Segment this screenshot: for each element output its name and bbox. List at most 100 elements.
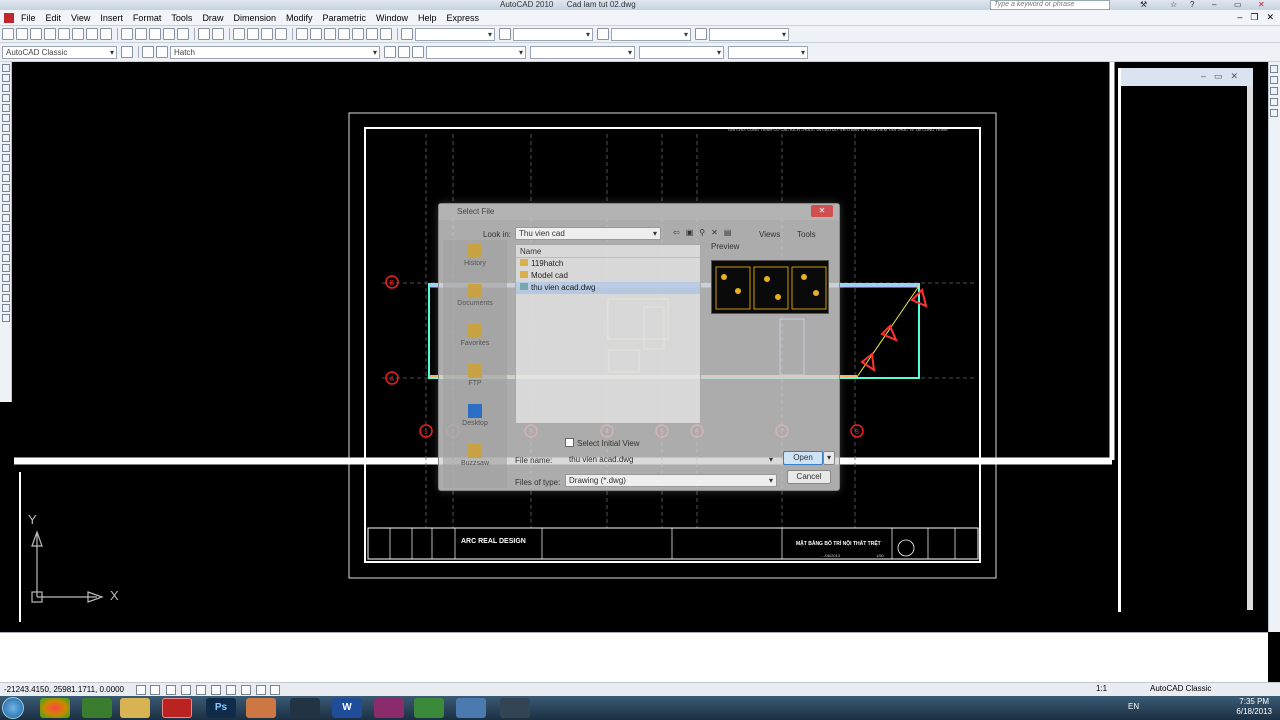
start-button[interactable] xyxy=(2,697,24,719)
modify-tool-4-icon[interactable] xyxy=(1270,98,1278,106)
menu-modify[interactable]: Modify xyxy=(281,13,318,23)
second-window-scrollbar[interactable] xyxy=(1247,86,1253,610)
line-tool-icon[interactable] xyxy=(2,64,10,72)
table-style-dropdown[interactable] xyxy=(611,27,691,41)
list-item-selected[interactable]: thu vien acad.dwg xyxy=(516,282,700,294)
views-menu[interactable]: Views xyxy=(759,230,780,239)
publish-icon[interactable] xyxy=(72,28,84,40)
second-window-controls[interactable]: –▭✕ xyxy=(1201,71,1246,82)
second-drawing-window[interactable]: –▭✕ xyxy=(1118,68,1253,612)
look-in-dropdown[interactable]: Thu vien cad xyxy=(515,227,661,240)
layer-dropdown[interactable]: Hatch xyxy=(170,45,380,59)
place-documents[interactable]: Documents xyxy=(443,280,507,320)
modify-tool-1-icon[interactable] xyxy=(1270,65,1278,73)
close-icon[interactable]: ✕ xyxy=(1258,0,1265,9)
menu-format[interactable]: Format xyxy=(128,13,167,23)
menu-tools[interactable]: Tools xyxy=(166,13,197,23)
spline-tool-icon[interactable] xyxy=(2,144,10,152)
lineweight-dropdown[interactable] xyxy=(639,45,724,59)
word-icon[interactable]: W xyxy=(332,698,362,718)
erase-tool-icon[interactable] xyxy=(2,244,10,252)
menu-file[interactable]: File xyxy=(16,13,41,23)
open-button[interactable]: Open xyxy=(783,451,823,465)
properties-palette-icon[interactable] xyxy=(296,28,308,40)
file-list[interactable]: Name 119hatch Model cad thu vien acad.dw… xyxy=(515,244,701,424)
point-tool-icon[interactable] xyxy=(2,184,10,192)
photoshop-icon[interactable]: Ps xyxy=(206,698,236,718)
match-properties-icon[interactable] xyxy=(163,28,175,40)
menu-view[interactable]: View xyxy=(66,13,95,23)
menu-insert[interactable]: Insert xyxy=(95,13,128,23)
plot-icon[interactable] xyxy=(44,28,56,40)
preview-icon[interactable] xyxy=(58,28,70,40)
cancel-button[interactable]: Cancel xyxy=(787,470,831,484)
text-style-icon[interactable] xyxy=(401,28,413,40)
dyn-toggle[interactable] xyxy=(241,685,251,695)
snap-toggle[interactable] xyxy=(136,685,146,695)
place-desktop[interactable]: Desktop xyxy=(443,400,507,440)
design-center-icon[interactable] xyxy=(310,28,322,40)
paste-icon[interactable] xyxy=(149,28,161,40)
move-tool-icon[interactable] xyxy=(2,294,10,302)
layer-previous-icon[interactable] xyxy=(398,46,410,58)
modify-tool-5-icon[interactable] xyxy=(1270,109,1278,117)
gradient-tool-icon[interactable] xyxy=(2,204,10,212)
place-ftp[interactable]: FTP xyxy=(443,360,507,400)
binoculars-icon[interactable]: ⚒ xyxy=(1140,0,1147,9)
table-style-icon[interactable] xyxy=(597,28,609,40)
new-icon[interactable] xyxy=(2,28,14,40)
autocad-taskbar-icon[interactable] xyxy=(162,698,192,718)
otrack-toggle[interactable] xyxy=(211,685,221,695)
scale-tool-icon[interactable] xyxy=(2,314,10,322)
menu-parametric[interactable]: Parametric xyxy=(318,13,372,23)
grid-toggle[interactable] xyxy=(150,685,160,695)
zoom-previous-icon[interactable] xyxy=(275,28,287,40)
list-item[interactable]: 119hatch xyxy=(516,258,700,270)
place-buzzsaw[interactable]: Buzzsaw xyxy=(443,440,507,480)
zoom-realtime-icon[interactable] xyxy=(247,28,259,40)
folder-app-icon[interactable] xyxy=(456,698,486,718)
circle-tool-icon[interactable] xyxy=(2,124,10,132)
green-app-2-icon[interactable] xyxy=(414,698,444,718)
block-editor-icon[interactable] xyxy=(177,28,189,40)
doc-close-icon[interactable]: ✕ xyxy=(1266,12,1274,23)
save-icon[interactable] xyxy=(30,28,42,40)
layer-manager-icon[interactable] xyxy=(142,46,154,58)
lwt-toggle[interactable] xyxy=(256,685,266,695)
text-style-dropdown[interactable] xyxy=(415,27,495,41)
minimize-icon[interactable]: – xyxy=(1212,0,1216,9)
revcloud-tool-icon[interactable] xyxy=(2,134,10,142)
dim-style-icon[interactable] xyxy=(499,28,511,40)
mindmap-icon[interactable] xyxy=(374,698,404,718)
maximize-icon[interactable]: ▭ xyxy=(1234,0,1242,9)
3d-dwf-icon[interactable] xyxy=(86,28,98,40)
polar-toggle[interactable] xyxy=(181,685,191,695)
list-item[interactable]: Model cad xyxy=(516,270,700,282)
mirror-tool-icon[interactable] xyxy=(2,264,10,272)
pan-icon[interactable] xyxy=(233,28,245,40)
chrome-icon[interactable] xyxy=(40,698,70,718)
insert-block-icon[interactable] xyxy=(2,164,10,172)
tools-menu[interactable]: Tools xyxy=(797,230,816,239)
mleader-style-icon[interactable] xyxy=(695,28,707,40)
keyword-search-input[interactable]: Type a keyword or phrase xyxy=(990,0,1110,10)
copy-icon[interactable] xyxy=(135,28,147,40)
menu-window[interactable]: Window xyxy=(371,13,413,23)
open-icon[interactable] xyxy=(16,28,28,40)
make-current-icon[interactable] xyxy=(384,46,396,58)
hatch-tool-icon[interactable] xyxy=(2,194,10,202)
plotstyle-dropdown[interactable] xyxy=(728,45,808,59)
color-dropdown[interactable] xyxy=(426,45,526,59)
markup-icon[interactable] xyxy=(352,28,364,40)
open-options-button[interactable]: ▾ xyxy=(823,451,835,465)
redo-icon[interactable] xyxy=(212,28,224,40)
doc-minimize-icon[interactable]: – xyxy=(1237,12,1242,23)
menu-draw[interactable]: Draw xyxy=(197,13,228,23)
files-of-type-dropdown[interactable]: Drawing (*.dwg) xyxy=(565,474,777,487)
cut-icon[interactable] xyxy=(121,28,133,40)
workspace-switch[interactable]: AutoCAD Classic xyxy=(1150,684,1211,693)
tool-palettes-icon[interactable] xyxy=(324,28,336,40)
app-menu-icon[interactable] xyxy=(4,12,14,23)
monitor-icon[interactable] xyxy=(500,698,530,718)
dialog-close-button[interactable]: ✕ xyxy=(811,205,833,217)
